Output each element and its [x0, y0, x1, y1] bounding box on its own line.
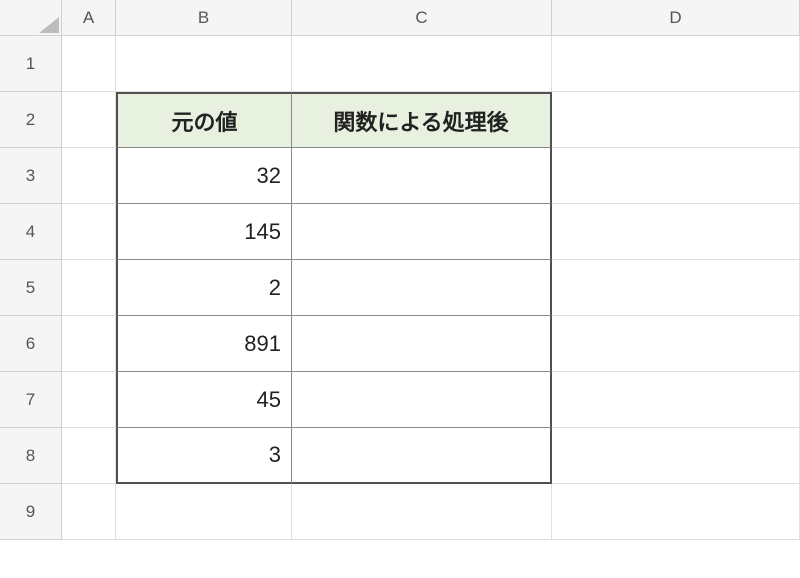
row-header-2[interactable]: 2	[0, 92, 62, 148]
cell-c3[interactable]	[292, 148, 552, 204]
row-header-8[interactable]: 8	[0, 428, 62, 484]
cell-c1[interactable]	[292, 36, 552, 92]
cell-c4[interactable]	[292, 204, 552, 260]
cell-b4[interactable]: 145	[116, 204, 292, 260]
col-header-c[interactable]: C	[292, 0, 552, 36]
row-header-4[interactable]: 4	[0, 204, 62, 260]
cell-a4[interactable]	[62, 204, 116, 260]
cell-a6[interactable]	[62, 316, 116, 372]
cell-d8[interactable]	[552, 428, 800, 484]
row-header-3[interactable]: 3	[0, 148, 62, 204]
cell-c2[interactable]: 関数による処理後	[292, 92, 552, 148]
cell-c9[interactable]	[292, 484, 552, 540]
cell-a3[interactable]	[62, 148, 116, 204]
cell-d1[interactable]	[552, 36, 800, 92]
cell-c7[interactable]	[292, 372, 552, 428]
row-header-1[interactable]: 1	[0, 36, 62, 92]
cell-a7[interactable]	[62, 372, 116, 428]
col-header-a[interactable]: A	[62, 0, 116, 36]
row-header-7[interactable]: 7	[0, 372, 62, 428]
cell-b5[interactable]: 2	[116, 260, 292, 316]
cell-a1[interactable]	[62, 36, 116, 92]
row-header-9[interactable]: 9	[0, 484, 62, 540]
cell-d3[interactable]	[552, 148, 800, 204]
row-header-6[interactable]: 6	[0, 316, 62, 372]
cell-b8[interactable]: 3	[116, 428, 292, 484]
cell-c5[interactable]	[292, 260, 552, 316]
cell-a5[interactable]	[62, 260, 116, 316]
cell-d9[interactable]	[552, 484, 800, 540]
cell-d2[interactable]	[552, 92, 800, 148]
cell-b9[interactable]	[116, 484, 292, 540]
select-all-corner[interactable]	[0, 0, 62, 36]
cell-b6[interactable]: 891	[116, 316, 292, 372]
spreadsheet-grid: A B C D 1 2 元の値 関数による処理後 3 32 4 145 5 2 …	[0, 0, 800, 540]
row-header-5[interactable]: 5	[0, 260, 62, 316]
cell-d4[interactable]	[552, 204, 800, 260]
cell-b7[interactable]: 45	[116, 372, 292, 428]
col-header-d[interactable]: D	[552, 0, 800, 36]
cell-a2[interactable]	[62, 92, 116, 148]
cell-a8[interactable]	[62, 428, 116, 484]
cell-a9[interactable]	[62, 484, 116, 540]
cell-d6[interactable]	[552, 316, 800, 372]
cell-d5[interactable]	[552, 260, 800, 316]
cell-b3[interactable]: 32	[116, 148, 292, 204]
cell-b1[interactable]	[116, 36, 292, 92]
cell-d7[interactable]	[552, 372, 800, 428]
cell-b2[interactable]: 元の値	[116, 92, 292, 148]
cell-c6[interactable]	[292, 316, 552, 372]
col-header-b[interactable]: B	[116, 0, 292, 36]
cell-c8[interactable]	[292, 428, 552, 484]
